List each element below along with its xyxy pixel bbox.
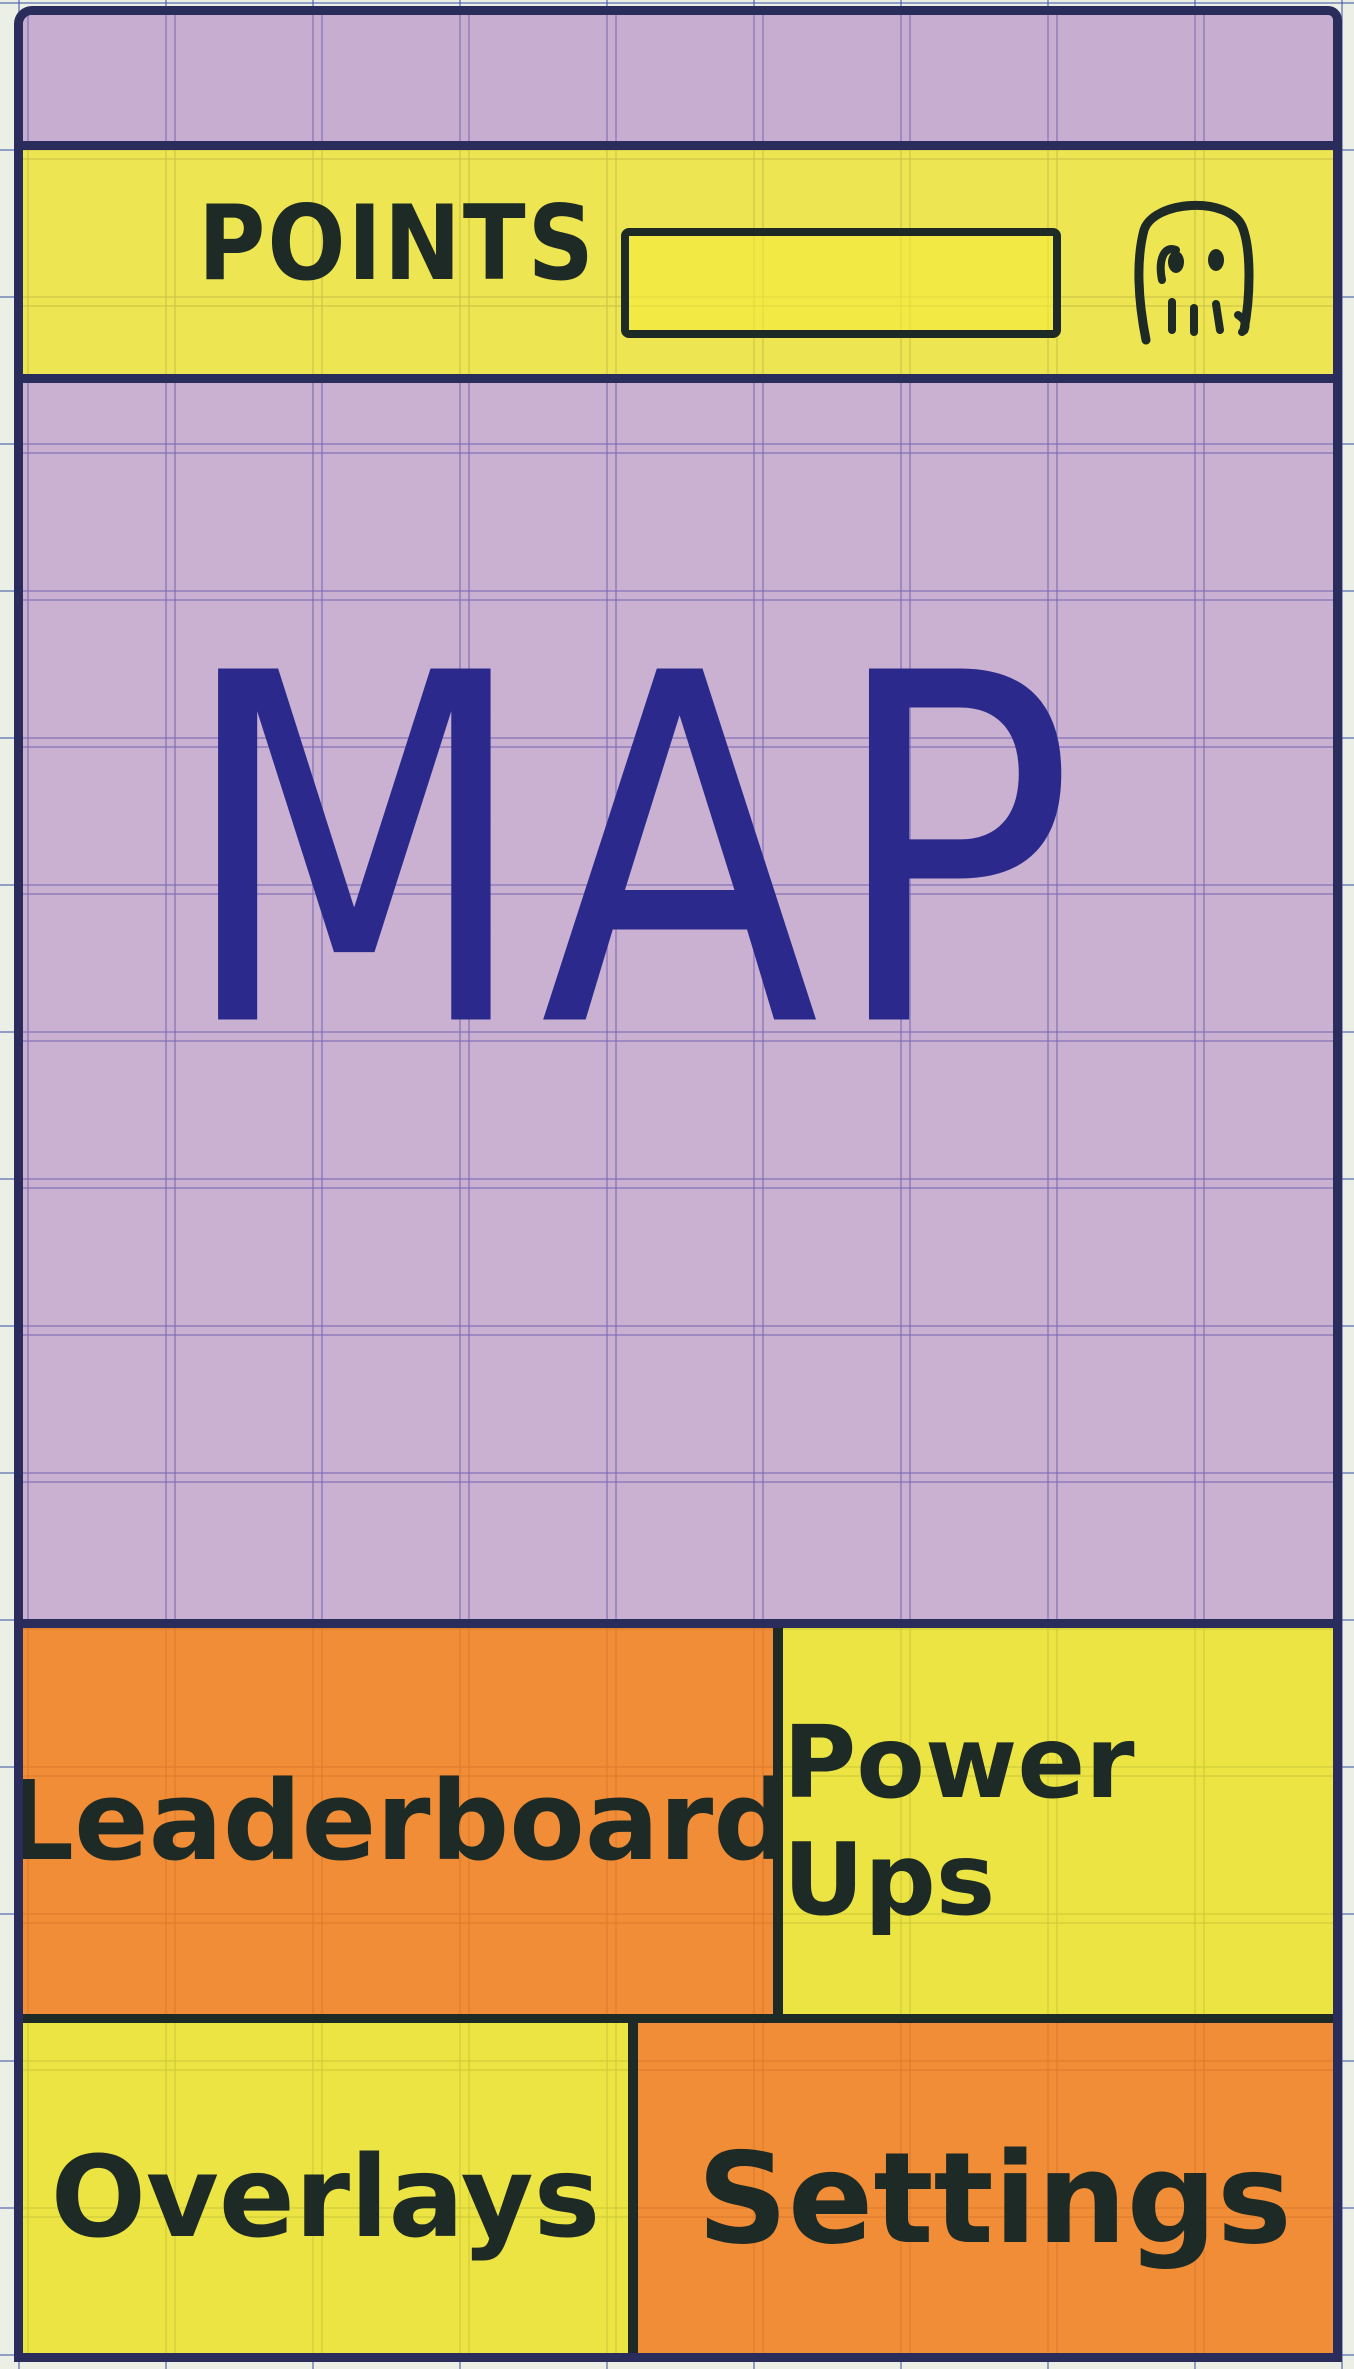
leaderboard-button[interactable]: Leaderboard	[23, 1628, 792, 2023]
overlays-label: Overlays	[50, 2133, 601, 2263]
status-bar	[23, 15, 1333, 150]
map-area[interactable]: MAP	[23, 383, 1333, 1628]
overlays-button[interactable]: Overlays	[23, 2023, 638, 2353]
settings-button[interactable]: Settings	[638, 2023, 1333, 2353]
settings-label: Settings	[697, 2124, 1292, 2272]
points-label: POINTS	[198, 183, 596, 304]
ghost-icon-svg	[1134, 201, 1254, 345]
top-bar: POINTS	[23, 150, 1333, 383]
leaderboard-label: Leaderboard	[14, 1757, 793, 1885]
nav-grid: Leaderboard Power Ups Overlays Settings	[23, 1628, 1333, 2353]
phone-frame: POINTS MAP Leaderboard Power Ups Overlay…	[14, 6, 1342, 2362]
map-label: MAP	[178, 573, 1085, 1134]
points-progress-bar	[621, 228, 1061, 338]
power-ups-label: Power Ups	[783, 1704, 1135, 1938]
ghost-icon[interactable]	[1128, 190, 1258, 350]
power-ups-button[interactable]: Power Ups	[783, 1628, 1333, 2023]
